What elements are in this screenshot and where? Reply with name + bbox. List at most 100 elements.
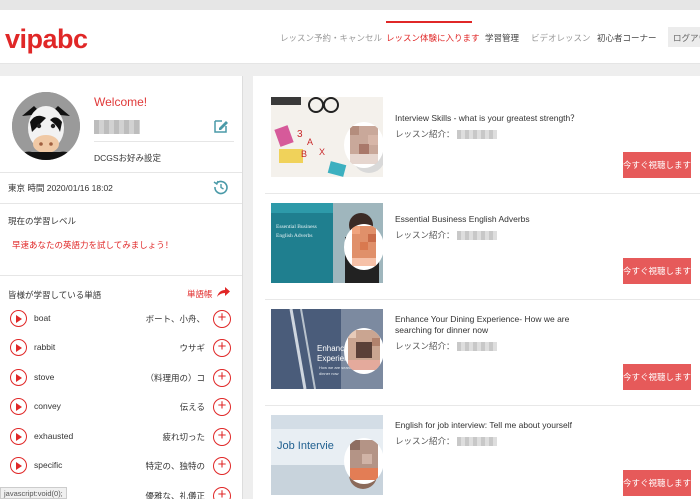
presenter-photo-blurred (344, 438, 384, 484)
nav-enter-lesson[interactable]: レッスン体験に入ります (386, 32, 480, 44)
video-intro-label: レッスン紹介： (395, 341, 455, 351)
video-intro-label: レッスン紹介： (395, 230, 455, 240)
word-row: specific 特定の、独特の + (0, 451, 242, 480)
play-icon[interactable] (10, 457, 27, 474)
word-english: exhausted (34, 431, 74, 441)
watch-now-button[interactable]: 今すぐ視聴します (623, 258, 691, 284)
presenter-photo-blurred (344, 122, 384, 168)
active-nav-underline (386, 21, 472, 23)
add-word-plus-icon[interactable]: + (213, 369, 231, 387)
word-japanese: 優雅な、礼儀正 (145, 491, 205, 499)
divider (0, 275, 242, 276)
word-row: exhausted 疲れ切った + (0, 422, 242, 451)
word-japanese: 特定の、独特の (145, 461, 205, 471)
add-word-plus-icon[interactable]: + (213, 487, 231, 499)
svg-text:X: X (319, 147, 325, 157)
play-icon[interactable] (10, 369, 27, 386)
video-title[interactable]: Enhance Your Dining Experience- How we a… (395, 314, 595, 336)
words-title: 皆様が学習している単語 (8, 290, 102, 300)
word-english: rabbit (34, 342, 56, 352)
svg-text:3: 3 (297, 129, 303, 140)
logout-button[interactable]: ログアウト (668, 27, 700, 47)
video-intro: レッスン紹介： (395, 340, 497, 352)
intro-text-blurred (456, 437, 497, 447)
video-card: Job Intervie English for job interview: … (265, 406, 700, 499)
divider (0, 172, 242, 173)
word-japanese: （料理用の）コ (145, 373, 205, 383)
watch-now-button[interactable]: 今すぐ視聴します (623, 152, 691, 178)
welcome-heading: Welcome! (94, 95, 148, 109)
thumb-text: Essential Business (276, 224, 317, 230)
presenter-blurred-image (344, 224, 384, 270)
add-word-plus-icon[interactable]: + (213, 428, 231, 446)
intro-text-blurred (456, 342, 497, 352)
word-english: boat (34, 313, 51, 323)
thumb-text: English Adverbs (276, 233, 313, 239)
add-word-plus-icon[interactable]: + (213, 339, 231, 357)
play-icon[interactable] (10, 428, 27, 445)
word-english: convey (34, 401, 61, 411)
word-row: convey 伝える + (0, 392, 242, 421)
thumb-text: Job Intervie (277, 440, 334, 452)
cow-avatar-image (12, 92, 80, 160)
presenter-blurred-image (344, 438, 384, 484)
word-row: stove （料理用の）コ + (0, 363, 242, 392)
video-intro: レッスン紹介： (395, 128, 497, 140)
divider (94, 141, 234, 142)
presenter-blurred-image (344, 328, 384, 374)
svg-text:A: A (307, 137, 313, 147)
presenter-photo-blurred (344, 328, 384, 374)
nav-learning-management[interactable]: 学習管理 (485, 32, 519, 44)
word-japanese: 伝える (179, 402, 205, 412)
word-english: stove (34, 372, 55, 382)
video-title[interactable]: English for job interview: Tell me about… (395, 420, 595, 431)
browser-status-bar: javascript:void(0); (0, 487, 67, 499)
video-title[interactable]: Essential Business English Adverbs (395, 214, 595, 225)
browser-top-strip (0, 0, 700, 10)
add-word-plus-icon[interactable]: + (213, 310, 231, 328)
presenter-blurred-image (344, 122, 384, 168)
watch-now-button[interactable]: 今すぐ視聴します (623, 364, 691, 390)
profile-sidebar: Welcome! DCGSお好み設定 東京 時間 2020/01/16 18:0… (0, 76, 243, 499)
presenter-photo-blurred (344, 224, 384, 270)
video-card: 3 A B X Interview Skills - what is your … (265, 88, 700, 194)
video-list: 3 A B X Interview Skills - what is your … (253, 76, 700, 499)
video-title[interactable]: Interview Skills - what is your greatest… (395, 113, 595, 124)
svg-text:B: B (301, 149, 307, 159)
history-icon[interactable] (213, 179, 229, 195)
level-test-link[interactable]: 早速あなたの英語力を試してみましょう！ (12, 239, 173, 251)
nav-video-lessons[interactable]: ビデオレッスン (531, 32, 591, 44)
word-english: specific (34, 460, 63, 470)
watch-now-button[interactable]: 今すぐ視聴します (623, 470, 691, 496)
header: vipabc レッスン予約・キャンセル レッスン体験に入ります 学習管理 ビデオ… (0, 10, 700, 64)
add-word-plus-icon[interactable]: + (213, 398, 231, 416)
video-card: Essential Business English Adverbs Essen… (265, 194, 700, 300)
add-word-plus-icon[interactable]: + (213, 457, 231, 475)
intro-text-blurred (456, 130, 497, 140)
thumb-text: dinner now (319, 371, 339, 376)
username-blurred (94, 120, 140, 134)
nav-lesson-booking[interactable]: レッスン予約・キャンセル (280, 32, 382, 44)
video-intro: レッスン紹介： (395, 435, 497, 447)
video-card: Enhance Yo Experience How we are search … (265, 300, 700, 406)
level-title: 現在の学習レベル (8, 216, 77, 226)
vipabc-logo[interactable]: vipabc (5, 24, 88, 55)
edit-icon[interactable] (213, 118, 229, 134)
word-row: rabbit ウサギ + (0, 333, 242, 362)
nav-beginner-corner[interactable]: 初心者コーナー (597, 32, 657, 44)
word-japanese: 疲れ切った (162, 432, 205, 442)
play-icon[interactable] (10, 398, 27, 415)
dcgs-settings-link[interactable]: DCGSお好み設定 (94, 152, 161, 164)
video-intro-label: レッスン紹介： (395, 436, 455, 446)
play-icon[interactable] (10, 339, 27, 356)
video-intro-label: レッスン紹介： (395, 129, 455, 139)
divider (0, 203, 242, 204)
video-intro: レッスン紹介： (395, 229, 497, 241)
play-icon[interactable] (10, 310, 27, 327)
word-row: boat ボート、小舟、 + (0, 304, 242, 333)
word-japanese: ボート、小舟、 (145, 314, 205, 324)
timezone-label: 東京 時間 2020/01/16 18:02 (8, 183, 113, 193)
share-arrow-icon[interactable] (216, 286, 231, 298)
word-japanese: ウサギ (179, 343, 205, 353)
wordbook-link[interactable]: 単語帳 (187, 288, 213, 300)
